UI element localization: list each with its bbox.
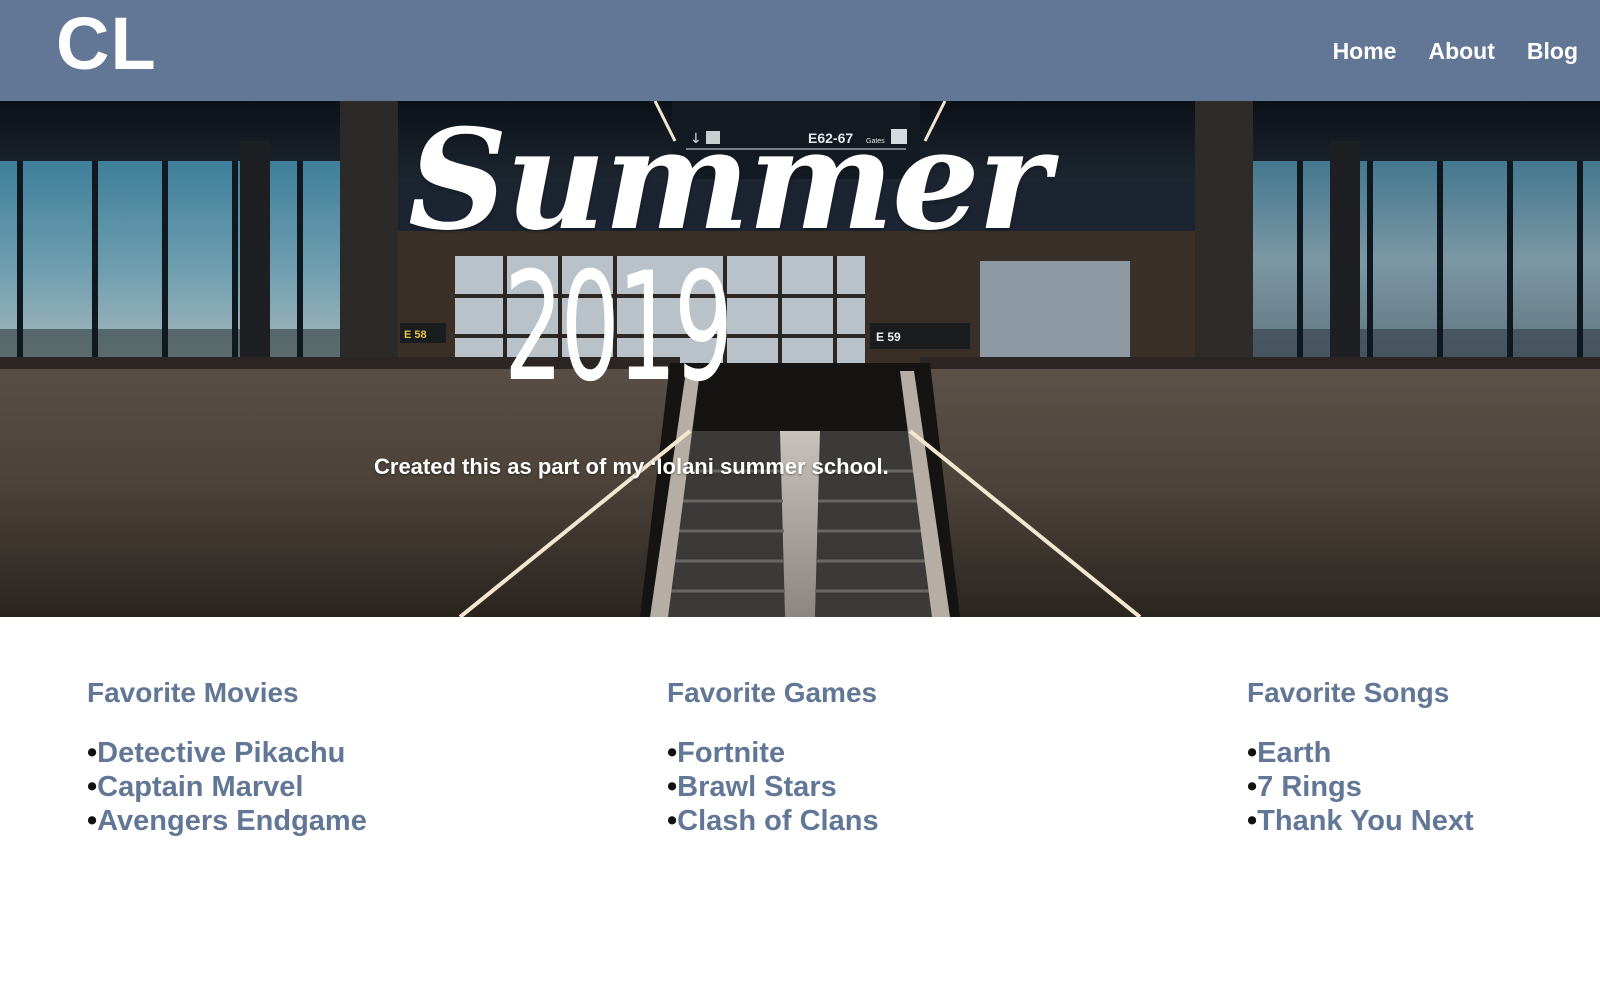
list-item: •Detective Pikachu	[87, 737, 346, 769]
hero-banner: ↓ E62-67 Gates E 58 E 59 Summer 2019 Cre…	[0, 101, 1600, 617]
favorite-songs-list: •Earth •7 Rings •Thank You Next	[1247, 736, 1474, 838]
list-item: •Thank You Next	[1247, 805, 1474, 837]
favorite-movies-section: Favorite Movies •Detective Pikachu •Capt…	[87, 670, 367, 838]
site-header: CL Home About Blog	[0, 0, 1600, 101]
site-logo[interactable]: CL	[56, 2, 157, 86]
section-heading: Favorite Songs	[1247, 677, 1450, 708]
nav-home-link[interactable]: Home	[1333, 34, 1397, 68]
main-nav: Home About Blog	[1333, 34, 1578, 68]
section-heading: Favorite Games	[667, 677, 878, 708]
gate-right-label: E 59	[876, 330, 901, 344]
favorite-movies-list: •Detective Pikachu •Captain Marvel •Aven…	[87, 736, 367, 838]
hero-caption: Created this as part of my ‘Iolani summe…	[374, 454, 889, 479]
list-item: •Earth	[1247, 737, 1332, 769]
list-item: •Brawl Stars	[667, 771, 837, 803]
list-item: •Avengers Endgame	[87, 805, 367, 837]
list-item: •7 Rings	[1247, 771, 1362, 803]
favorite-games-list: •Fortnite •Brawl Stars •Clash of Clans	[667, 736, 879, 838]
hero-title: Summer	[408, 101, 1051, 261]
section-heading: Favorite Movies	[87, 677, 299, 708]
favorite-games-section: Favorite Games •Fortnite •Brawl Stars •C…	[667, 670, 879, 838]
favorite-songs-section: Favorite Songs •Earth •7 Rings •Thank Yo…	[1247, 670, 1474, 838]
list-item: •Clash of Clans	[667, 805, 879, 837]
hero-year: 2019	[504, 241, 733, 415]
gate-left-label: E 58	[404, 329, 427, 341]
nav-about-link[interactable]: About	[1428, 34, 1494, 68]
list-item: •Captain Marvel	[87, 771, 304, 803]
nav-blog-link[interactable]: Blog	[1527, 34, 1578, 68]
list-item: •Fortnite	[667, 737, 786, 769]
